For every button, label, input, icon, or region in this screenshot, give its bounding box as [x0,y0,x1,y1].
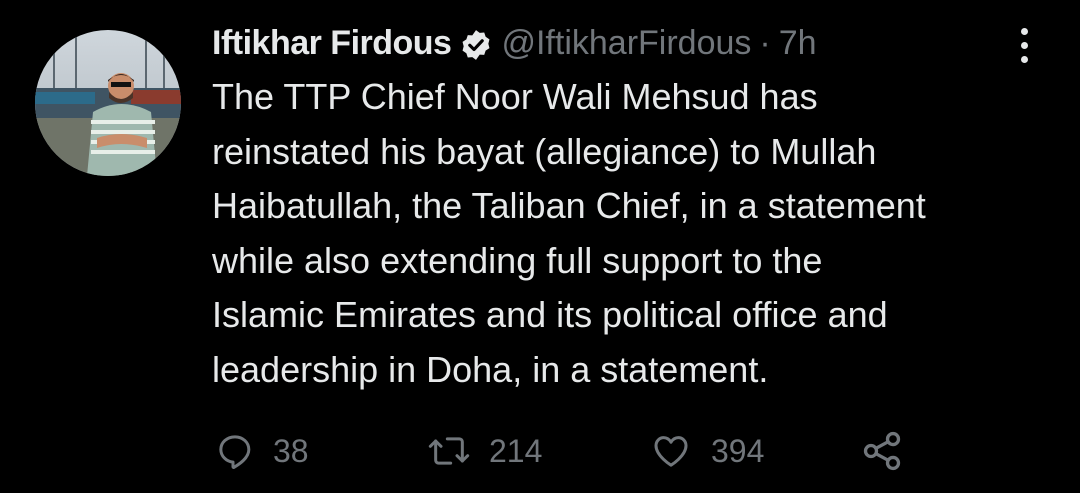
like-button[interactable]: 394 [649,428,764,474]
verified-badge-icon [459,26,493,60]
reply-button[interactable]: 38 [215,428,309,474]
tweet-actions: 38 214 394 [215,428,975,474]
like-count: 394 [711,432,765,469]
tweet-text: The TTP Chief Noor Wali Mehsud has reins… [212,76,926,390]
tweet[interactable]: Iftikhar Firdous @IftikharFirdous · 7h T… [0,0,1080,493]
more-options-icon[interactable] [1008,22,1040,68]
share-icon [860,429,904,473]
heart-icon [649,431,693,471]
avatar-photo [35,30,181,176]
timestamp[interactable]: 7h [779,18,817,68]
retweet-count: 214 [489,432,543,469]
avatar[interactable] [35,30,181,176]
reply-icon [215,431,255,471]
retweet-icon [427,431,471,471]
retweet-button[interactable]: 214 [427,428,542,474]
share-button[interactable] [860,428,904,474]
separator-dot: · [759,24,771,62]
tweet-header: Iftikhar Firdous @IftikharFirdous · 7h [212,18,817,68]
display-name[interactable]: Iftikhar Firdous [212,18,452,68]
reply-count: 38 [273,432,309,469]
handle[interactable]: @IftikharFirdous [501,18,751,68]
